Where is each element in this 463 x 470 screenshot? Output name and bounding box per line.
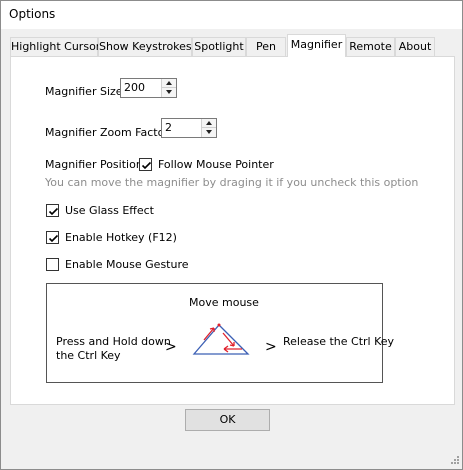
hotkey-label[interactable]: Enable Hotkey (F12) (65, 231, 177, 244)
magnifier-hint-text: You can move the magnifier by draging it… (45, 176, 419, 189)
mouse-gesture-label[interactable]: Enable Mouse Gesture (65, 258, 189, 271)
follow-mouse-label[interactable]: Follow Mouse Pointer (158, 158, 274, 171)
gesture-arrow-up (203, 327, 215, 341)
magnifier-zoom-spinner[interactable]: 2 (161, 118, 217, 138)
glass-effect-label[interactable]: Use Glass Effect (65, 204, 154, 217)
tab-remote[interactable]: Remote (346, 37, 395, 56)
magnifier-zoom-value[interactable]: 2 (165, 121, 172, 134)
tab-highlight-cursor[interactable]: Highlight Cursor (10, 37, 101, 56)
spin-down-icon[interactable] (162, 88, 176, 97)
arrow-greater-than-1: > (165, 339, 177, 355)
window-title: Options (9, 7, 56, 21)
checkmark-icon (48, 207, 59, 216)
magnifier-size-value[interactable]: 200 (124, 81, 145, 94)
mouse-gesture-checkbox[interactable] (46, 258, 59, 271)
tab-label: Remote (349, 40, 392, 53)
gesture-diagram: Move mouse Press and Hold down the Ctrl … (46, 283, 394, 383)
options-window: Options Highlight Cursor Show Keystrokes… (0, 0, 463, 470)
tab-label: Pen (256, 40, 276, 53)
spin-up-icon[interactable] (162, 79, 176, 88)
title-bar[interactable]: Options (1, 1, 462, 29)
tab-about[interactable]: About (395, 37, 435, 56)
ok-button[interactable]: OK (185, 409, 270, 431)
spin-up-icon[interactable] (202, 119, 216, 128)
tab-pen[interactable]: Pen (246, 37, 286, 56)
spin-down-icon[interactable] (202, 128, 216, 137)
move-mouse-text: Move mouse (189, 296, 259, 309)
tab-magnifier[interactable]: Magnifier (287, 34, 346, 57)
magnifier-size-spinner[interactable]: 200 (120, 78, 177, 98)
press-hold-text-line1: Press and Hold down (56, 335, 171, 348)
tab-label: About (398, 40, 432, 53)
follow-mouse-checkbox[interactable] (139, 158, 152, 171)
magnifier-position-label: Magnifier Position (45, 158, 143, 171)
tab-label: Magnifier (290, 38, 343, 51)
magnifier-size-label: Magnifier Size (45, 85, 123, 98)
tab-spotlight[interactable]: Spotlight (192, 37, 246, 56)
arrow-greater-than-2: > (265, 339, 277, 355)
hotkey-checkbox[interactable] (46, 231, 59, 244)
magnifier-zoom-label: Magnifier Zoom Factor (45, 126, 169, 139)
tab-label: Spotlight (194, 40, 244, 53)
ok-button-label: OK (219, 413, 236, 426)
gesture-triangle-icon (192, 323, 250, 355)
gesture-start-dot (217, 323, 221, 327)
resize-grip-icon[interactable] (448, 455, 460, 467)
checkmark-icon (48, 234, 59, 243)
tab-label: Highlight Cursor (11, 40, 101, 53)
glass-effect-checkbox[interactable] (46, 204, 59, 217)
tab-show-keystrokes[interactable]: Show Keystrokes (98, 37, 192, 56)
release-ctrl-text: Release the Ctrl Key (283, 335, 395, 348)
tab-label: Show Keystrokes (99, 40, 192, 53)
press-hold-text-line2: the Ctrl Key (56, 349, 121, 362)
checkmark-icon (141, 161, 152, 170)
